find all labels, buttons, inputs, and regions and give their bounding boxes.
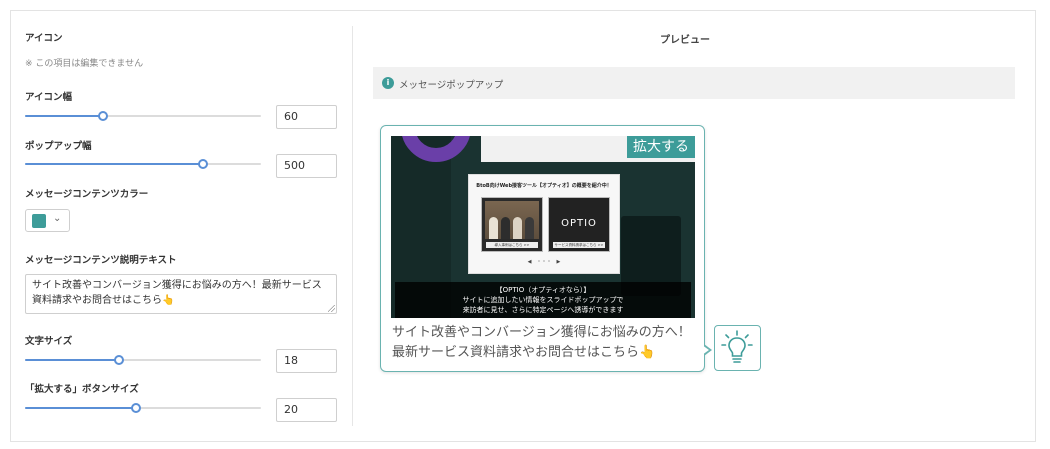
slider-thumb[interactable] bbox=[114, 355, 125, 365]
message-popup-preview: BtoB向けWeb接客ツール【オプティオ】の概要を紹介中！ 導入事例はこちら >… bbox=[380, 125, 712, 372]
carousel-nav: ◀ ・・・ ▶ bbox=[527, 259, 561, 265]
icon-width-input[interactable]: 60 bbox=[276, 105, 337, 129]
font-size-input[interactable]: 18 bbox=[276, 349, 337, 373]
color-swatch bbox=[32, 214, 46, 228]
thumbnail-caption: 導入事例はこちら >> bbox=[486, 242, 538, 248]
resize-grip-icon[interactable] bbox=[328, 305, 335, 312]
optio-logo: OPTIO bbox=[561, 218, 597, 229]
thumbnail-caption: サービス資料請求はこちら >> bbox=[553, 242, 605, 248]
caption-line: 【OPTIO（オプティオなら）】 bbox=[495, 286, 591, 294]
content-color-select[interactable]: ⌄ bbox=[25, 209, 70, 232]
preview-tab-message-popup[interactable]: i メッセージポップアップ bbox=[373, 67, 1015, 99]
expand-button-size-slider[interactable] bbox=[25, 403, 261, 413]
person-figure bbox=[489, 217, 498, 239]
expand-button[interactable]: 拡大する bbox=[627, 136, 695, 158]
caption-line: 来訪者に見せ、さらに特定ページへ誘導ができます bbox=[462, 306, 624, 314]
team-photo bbox=[485, 201, 539, 239]
preview-title: プレビュー bbox=[660, 35, 710, 46]
caption-line: サイトに追加したい情報をスライドポップアップで bbox=[462, 296, 624, 304]
icon-width-slider[interactable] bbox=[25, 111, 261, 121]
slider-thumb[interactable] bbox=[130, 403, 141, 413]
slider-fill bbox=[25, 163, 204, 165]
icon-label: アイコン bbox=[25, 33, 63, 44]
panel-divider bbox=[352, 26, 353, 426]
chevron-down-icon: ⌄ bbox=[53, 213, 62, 224]
popup-message-text: サイト改善やコンバージョン獲得にお悩みの方へ！最新サービス資料請求やお問合せはこ… bbox=[392, 325, 691, 360]
slider-fill bbox=[25, 407, 136, 409]
content-text-value: サイト改善やコンバージョン獲得にお悩みの方へ！最新サービス資料請求やお問合せはこ… bbox=[32, 280, 322, 306]
content-text-textarea[interactable]: サイト改善やコンバージョン獲得にお悩みの方へ！最新サービス資料請求やお問合せはこ… bbox=[25, 274, 337, 314]
person-figure bbox=[525, 217, 534, 239]
info-icon: i bbox=[382, 77, 394, 89]
content-color-label: メッセージコンテンツカラー bbox=[25, 189, 149, 200]
expand-button-size-input[interactable]: 20 bbox=[276, 398, 337, 422]
icon-not-editable-note: ※ この項目は編集できません bbox=[25, 59, 144, 69]
popup-width-input[interactable]: 500 bbox=[276, 154, 337, 178]
lightbulb-icon bbox=[721, 330, 753, 363]
person-figure bbox=[513, 217, 522, 239]
screenshot-caption: 【OPTIO（オプティオなら）】 サイトに追加したい情報をスライドポップアップで… bbox=[395, 282, 691, 318]
slider-thumb[interactable] bbox=[198, 159, 209, 169]
slider-fill bbox=[25, 359, 120, 361]
popup-width-slider[interactable] bbox=[25, 159, 261, 169]
popup-width-label: ポップアップ幅 bbox=[25, 141, 92, 152]
expand-button-size-label: 「拡大する」ボタンサイズ bbox=[25, 384, 139, 395]
preview-tab-label: メッセージポップアップ bbox=[399, 80, 504, 91]
case-study-thumbnail: 導入事例はこちら >> bbox=[481, 197, 543, 252]
person-figure bbox=[501, 217, 510, 239]
font-size-label: 文字サイズ bbox=[25, 336, 73, 347]
service-doc-thumbnail: OPTIO サービス資料請求はこちら >> bbox=[548, 197, 610, 252]
inner-popup-card: BtoB向けWeb接客ツール【オプティオ】の概要を紹介中！ 導入事例はこちら >… bbox=[468, 174, 620, 274]
popup-pointer bbox=[702, 344, 712, 356]
content-text-label: メッセージコンテンツ説明テキスト bbox=[25, 255, 177, 266]
inner-popup-title: BtoB向けWeb接客ツール【オプティオ】の概要を紹介中！ bbox=[476, 183, 612, 189]
popup-screenshot: BtoB向けWeb接客ツール【オプティオ】の概要を紹介中！ 導入事例はこちら >… bbox=[391, 136, 695, 318]
font-size-slider[interactable] bbox=[25, 355, 261, 365]
slider-fill bbox=[25, 115, 103, 117]
lightbulb-icon-button[interactable] bbox=[714, 325, 761, 371]
icon-width-label: アイコン幅 bbox=[25, 92, 73, 103]
slider-thumb[interactable] bbox=[97, 111, 108, 121]
